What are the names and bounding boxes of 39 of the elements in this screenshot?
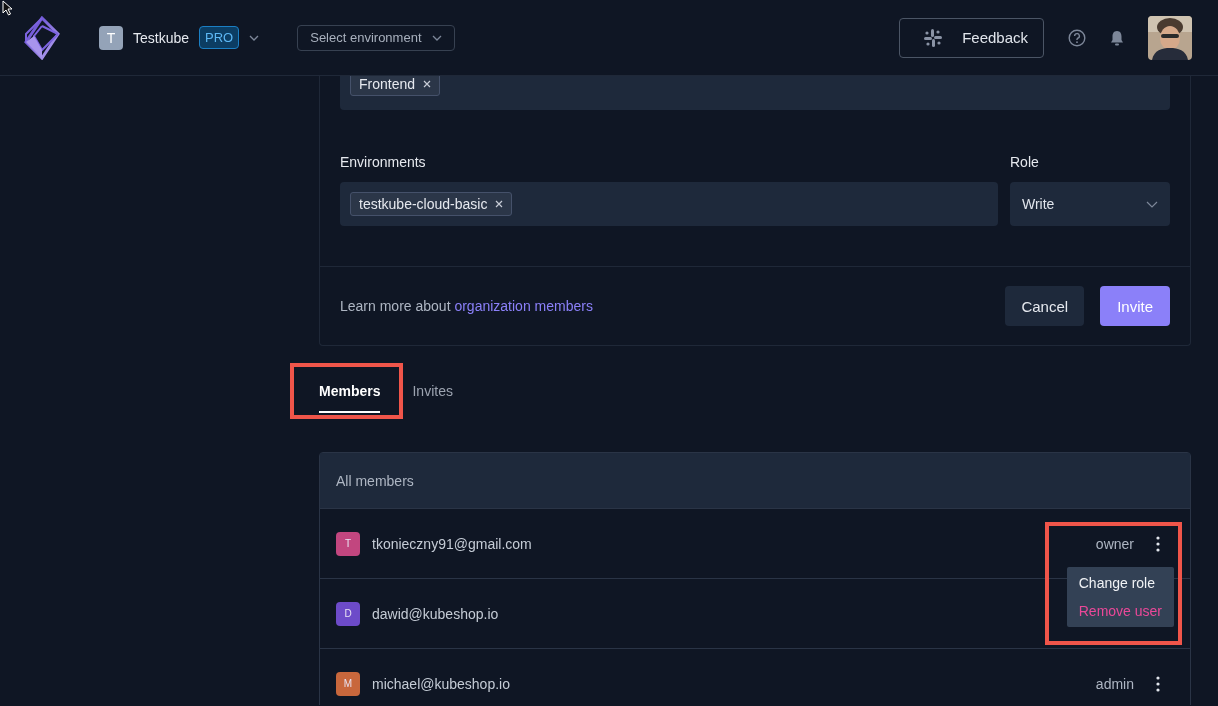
organization-members-link[interactable]: organization members (454, 298, 593, 314)
user-avatar: T (336, 531, 360, 556)
menu-item[interactable]: Change role (1066, 569, 1174, 597)
more-options-icon[interactable] (1156, 535, 1160, 552)
member-email: tkonieczny91@gmail.com (372, 535, 532, 552)
close-icon[interactable] (495, 200, 504, 208)
chevron-down-icon (1146, 200, 1158, 208)
more-options-icon[interactable] (1156, 675, 1160, 692)
user-avatar: D (336, 601, 360, 626)
org-name[interactable]: Testkube (133, 29, 190, 46)
hash-logo-icon (924, 28, 943, 47)
tab[interactable]: Invites (412, 383, 453, 413)
plan-badge: PRO (199, 26, 240, 49)
mouse-cursor-icon (2, 0, 14, 16)
environments-field[interactable]: testkube-cloud-basic (340, 182, 998, 226)
close-icon[interactable] (423, 80, 432, 88)
notification-bell-icon[interactable] (1110, 29, 1124, 46)
tag-label: Frontend (359, 76, 416, 92)
member-role: owner (1095, 535, 1134, 552)
list-title: All members (336, 472, 414, 489)
member-email: michael@kubeshop.io (372, 675, 510, 692)
teams-field[interactable]: Frontend (340, 76, 1170, 110)
org-avatar: T (99, 25, 123, 50)
help-icon[interactable] (1068, 28, 1086, 47)
environment-select[interactable]: Select environment (297, 24, 455, 51)
help-text: Learn more about organization members (340, 298, 593, 314)
feedback-button[interactable]: Feedback (899, 17, 1044, 58)
member-email: dawid@kubeshop.io (372, 605, 499, 622)
field-label: Role (1010, 154, 1040, 170)
chevron-down-icon[interactable] (249, 34, 260, 41)
logo-icon[interactable] (24, 15, 60, 60)
tab[interactable]: Members (319, 383, 381, 413)
field-label: Environments (340, 154, 427, 170)
tag-label: testkube-cloud-basic (359, 196, 488, 212)
member-role: admin (1095, 675, 1134, 692)
role-select[interactable]: Write (1010, 182, 1170, 226)
chevron-down-icon (431, 34, 442, 41)
user-avatar: M (336, 671, 360, 696)
cancel-button[interactable]: Cancel (1005, 286, 1085, 326)
